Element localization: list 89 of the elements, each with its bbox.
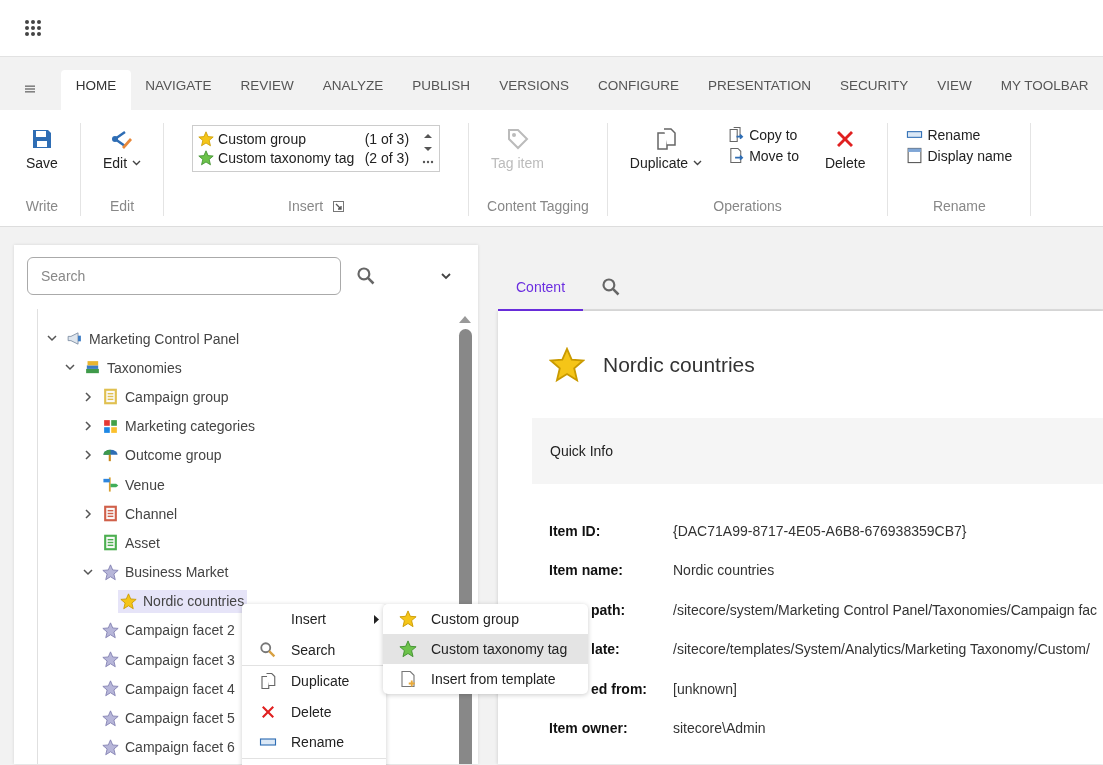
apps-icon[interactable] <box>24 19 42 37</box>
copy-icon <box>728 126 746 143</box>
ribbon-button[interactable]: Move to <box>728 147 799 164</box>
tree-item[interactable]: Campaign facet 3 <box>100 648 238 672</box>
expand-caret-icon[interactable] <box>84 450 92 461</box>
ribbon-button[interactable]: Display name <box>906 147 1013 164</box>
group-label: Operations <box>713 198 782 214</box>
field-value: sitecore\Admin <box>673 720 766 737</box>
field-label: Item name: <box>549 562 623 579</box>
field-value: Nordic countries <box>673 562 775 579</box>
dialog-launcher-icon[interactable] <box>333 200 345 212</box>
tree-item[interactable]: Marketing Control Panel <box>64 327 243 351</box>
collapse-caret-icon[interactable] <box>65 364 75 372</box>
tree-item[interactable]: Business Market <box>100 560 232 584</box>
expand-caret-icon[interactable] <box>84 508 92 519</box>
expand-caret-icon[interactable] <box>84 391 92 402</box>
tree-item[interactable]: Venue <box>100 473 168 497</box>
gallery-item[interactable]: Custom group (1 of 3) <box>198 131 418 147</box>
section-title: Quick Info <box>550 443 614 459</box>
ribbon-button[interactable]: Delete <box>820 123 870 171</box>
group-label: Write <box>25 198 59 214</box>
tree-item[interactable]: Channel <box>100 502 181 526</box>
ribbon-tab[interactable]: VIEW <box>922 70 987 110</box>
menu-item[interactable]: Custom taxonomy tag <box>383 634 588 664</box>
ribbon-tab[interactable]: ANALYZE <box>308 70 398 110</box>
group-label: Content Tagging <box>487 198 589 214</box>
ribbon-tab[interactable]: NAVIGATE <box>130 70 227 110</box>
tree-item[interactable]: Outcome group <box>100 443 225 467</box>
ribbon-button[interactable]: Duplicate <box>625 123 707 171</box>
field-label: Item owner: <box>549 720 628 737</box>
gallery-item[interactable]: Custom taxonomy tag (2 of 3) <box>198 150 418 166</box>
tree-item[interactable]: Taxonomies <box>82 356 185 380</box>
field-value: {DAC71A99-8717-4E05-A6B8-676938359CB7} <box>673 522 967 539</box>
field-label: ed from: <box>591 680 647 697</box>
search-icon <box>601 276 622 297</box>
expand-caret-icon[interactable] <box>84 421 92 432</box>
field-label: late: <box>591 641 620 658</box>
tag-icon <box>505 127 530 151</box>
item-title: Nordic countries <box>603 353 755 377</box>
menu-item[interactable]: Rename <box>242 727 386 758</box>
window-icon <box>906 147 924 164</box>
group-label: Insert <box>288 198 324 214</box>
ribbon-button[interactable]: Edit <box>98 123 146 171</box>
cube-icon <box>102 417 119 435</box>
ribbon-button[interactable]: Copy to <box>728 126 799 143</box>
ribbon-tab[interactable]: SECURITY <box>825 70 923 110</box>
ribbon-tab[interactable]: PRESENTATION <box>693 70 826 110</box>
tree-item[interactable]: Asset <box>100 531 163 555</box>
ribbon-tab[interactable]: REVIEW <box>226 70 309 110</box>
menu-item[interactable]: Delete <box>242 696 386 727</box>
group-label: Rename <box>932 198 986 214</box>
page-arrow-icon <box>728 147 746 164</box>
scroll-down-icon[interactable] <box>424 146 433 153</box>
tree-item[interactable]: Campaign facet 4 <box>100 677 238 701</box>
ribbon-tab[interactable]: MY TOOLBAR <box>986 70 1103 110</box>
chevron-down-icon[interactable] <box>440 272 452 280</box>
tree-item[interactable]: Nordic countries <box>118 589 248 613</box>
ribbon-tab[interactable]: CONFIGURE <box>583 70 694 110</box>
more-icon[interactable] <box>422 160 435 165</box>
collapse-caret-icon[interactable] <box>47 335 57 343</box>
star-icon <box>549 347 585 383</box>
menu-item[interactable]: Custom group <box>383 604 588 634</box>
signpost-icon <box>102 476 119 494</box>
tree-item[interactable]: Campaign facet 6 <box>100 735 238 759</box>
field-value: [unknown] <box>673 680 737 697</box>
search-icon[interactable] <box>356 266 376 286</box>
scroll-up-icon[interactable] <box>424 132 433 139</box>
ribbon-button[interactable]: Rename <box>906 126 1013 143</box>
collapse-caret-icon[interactable] <box>83 568 93 576</box>
megaphone-icon <box>66 330 83 348</box>
field-label: Item ID: <box>549 522 601 539</box>
menu-item[interactable]: Insert from template <box>383 664 588 694</box>
group-label: Edit <box>109 198 135 214</box>
tree-item[interactable]: Campaign group <box>100 385 232 409</box>
field-value: /sitecore/templates/System/Analytics/Marketing Taxonomy/Custom/ <box>673 641 1090 658</box>
ribbon-button[interactable]: Save <box>22 123 62 171</box>
field-label: path: <box>591 601 626 618</box>
search-field[interactable]: Search <box>27 257 341 295</box>
tree-item[interactable]: Campaign facet 5 <box>100 706 238 730</box>
ribbon-tab[interactable]: HOME <box>61 70 131 110</box>
search-icon <box>259 640 277 659</box>
ribbon-tab[interactable]: VERSIONS <box>484 70 584 110</box>
tree-item[interactable]: Marketing categories <box>100 414 258 438</box>
pages-icon <box>259 672 277 691</box>
ribbon-tab[interactable]: PUBLISH <box>397 70 485 110</box>
menu-item[interactable]: Search <box>242 634 386 665</box>
new-page-icon <box>399 670 417 688</box>
tree-item[interactable]: Campaign facet 2 <box>100 618 238 642</box>
field-value: /sitecore/system/Marketing Control Panel/Taxonomies/Campaign fac <box>673 601 1098 618</box>
